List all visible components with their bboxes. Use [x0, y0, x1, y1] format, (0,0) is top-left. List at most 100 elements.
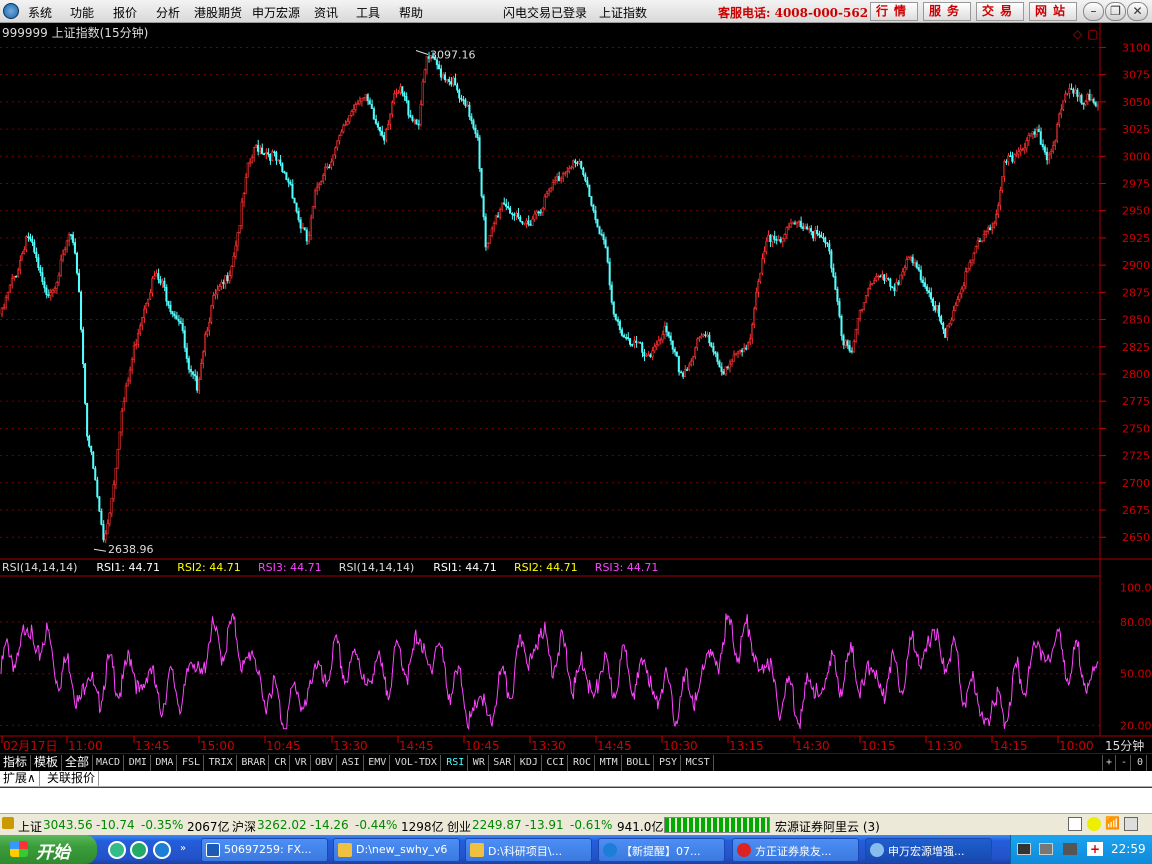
window-icon[interactable]: ▢ [1087, 27, 1098, 41]
menu-analysis[interactable]: 分析 [156, 4, 180, 21]
indicator-macd[interactable]: MACD [93, 755, 125, 771]
price-tick-label: 2850 [1122, 314, 1150, 327]
menu-tools[interactable]: 工具 [356, 4, 380, 21]
trade-button[interactable]: 交易 [976, 2, 1024, 21]
menu-swhy[interactable]: 申万宏源 [252, 4, 300, 21]
indicator-vol-tdx[interactable]: VOL-TDX [392, 755, 441, 771]
checkbox-icon[interactable] [1068, 817, 1082, 831]
indicator-emv[interactable]: EMV [365, 755, 391, 771]
tray-keyboard-icon[interactable] [1039, 843, 1053, 855]
candle-body [809, 228, 812, 232]
candle-body [104, 533, 107, 541]
cy-vol: 941.0亿 [617, 820, 664, 834]
indicator-asi[interactable]: ASI [339, 755, 364, 771]
tab-expand[interactable]: 扩展∧ [0, 771, 40, 786]
indicator-brar[interactable]: BRAR [238, 755, 270, 771]
indicator-obv[interactable]: OBV [312, 755, 338, 771]
tab-related-quote[interactable]: 关联报价 [44, 771, 100, 786]
indicator-boll[interactable]: BOLL [623, 755, 655, 771]
ie-icon[interactable] [108, 841, 126, 859]
indicator-vr[interactable]: VR [292, 755, 311, 771]
menu-quote[interactable]: 报价 [113, 4, 137, 21]
tray-network-icon[interactable] [1063, 843, 1077, 855]
start-label: 开始 [36, 843, 70, 863]
indicator-fsl[interactable]: FSL [179, 755, 205, 771]
candle-body [683, 369, 686, 377]
candle-body [492, 223, 495, 230]
candle-body [118, 431, 121, 450]
indicator-cci[interactable]: CCI [543, 755, 569, 771]
indicator-wr[interactable]: WR [470, 755, 489, 771]
candle-body [578, 161, 581, 164]
candle-body [179, 320, 182, 324]
candle-body [500, 202, 503, 210]
period-label[interactable]: 15分钟 [1105, 738, 1144, 753]
candle-body [364, 94, 367, 98]
task-folder-research[interactable]: D:\科研项目\... [465, 838, 592, 862]
menu-help[interactable]: 帮助 [399, 4, 423, 21]
candle-body [1031, 131, 1034, 135]
candle-body [866, 288, 869, 296]
indicator-rsi[interactable]: RSI [443, 755, 469, 771]
tray-monitor-icon[interactable] [1017, 843, 1031, 855]
indicator-all[interactable]: 全部 [62, 755, 94, 771]
candle-body [824, 237, 827, 244]
lock-icon[interactable] [1124, 817, 1138, 831]
indicator-zb[interactable]: 指标 [0, 755, 32, 771]
diamond-icon[interactable]: ◇ [1073, 27, 1083, 41]
start-button[interactable]: 开始 [0, 835, 97, 864]
tray-antivirus-icon[interactable]: + [1087, 842, 1103, 856]
add-button[interactable]: + [1102, 755, 1117, 771]
restore-icon[interactable]: ❐ [1105, 2, 1126, 21]
indicator-mb[interactable]: 模板 [31, 755, 63, 771]
candle-body [761, 258, 764, 274]
task-swhy[interactable]: 申万宏源增强... [865, 838, 992, 862]
candle-body [976, 240, 979, 247]
task-fangzheng[interactable]: 方正证券泉友... [732, 838, 859, 862]
zero-button[interactable]: 0 [1134, 755, 1148, 771]
task-folder-swhy[interactable]: D:\new_swhy_v6 [333, 838, 460, 862]
rsi-tick-label: 20.00 [1120, 719, 1152, 732]
candle-body [801, 226, 804, 229]
browser-icon[interactable] [130, 841, 148, 859]
menu-hk-futures[interactable]: 港股期货 [194, 4, 242, 21]
service-button[interactable]: 服务 [923, 2, 971, 21]
candle-body [299, 219, 302, 229]
indicator-kdj[interactable]: KDJ [517, 755, 542, 771]
candle-body [814, 229, 817, 239]
candle-body [1035, 129, 1038, 135]
candle-body [616, 319, 619, 322]
price-tick-label: 2800 [1122, 368, 1150, 381]
minimize-icon[interactable]: – [1083, 2, 1104, 21]
indicator-roc[interactable]: ROC [570, 755, 596, 771]
website-button[interactable]: 网站 [1029, 2, 1077, 21]
kline-chart[interactable]: 3100 3075 3050 3025 3000 2975 2950 2925 2900 2875… [0, 23, 1152, 760]
candle-body [929, 292, 932, 300]
close-icon[interactable]: ✕ [1127, 2, 1148, 21]
candle-body [685, 369, 688, 371]
indicator-dmi[interactable]: DMI [126, 755, 151, 771]
menu-function[interactable]: 功能 [70, 4, 94, 21]
indicator-trix[interactable]: TRIX [206, 755, 237, 771]
task-reminder[interactable]: 【新提醒】07... [598, 838, 725, 862]
task-fx[interactable]: 50697259: FX... [201, 838, 328, 862]
indicator-psy[interactable]: PSY [656, 755, 682, 771]
menu-news[interactable]: 资讯 [314, 4, 338, 21]
indicator-sar[interactable]: SAR [490, 755, 516, 771]
quicklaunch-expand-icon[interactable]: » [180, 843, 186, 854]
menu-system[interactable]: 系统 [28, 4, 52, 21]
indicator-cr[interactable]: CR [271, 755, 291, 771]
candle-body [895, 282, 898, 292]
app-logo-icon[interactable] [3, 3, 19, 19]
hs-value: 3262.02 [257, 818, 307, 832]
candle-body [252, 147, 255, 158]
rsi-tick-label: 80.00 [1120, 616, 1152, 629]
quote-button[interactable]: 行情 [870, 2, 918, 21]
indicator-mtm[interactable]: MTM [597, 755, 622, 771]
indicator-mcst[interactable]: MCST [683, 755, 714, 771]
price-tick-label: 3025 [1122, 123, 1150, 136]
minus-button[interactable]: - [1118, 755, 1132, 771]
indicator-dma[interactable]: DMA [152, 755, 178, 771]
smile-icon[interactable] [1087, 817, 1101, 831]
ie2-icon[interactable] [153, 841, 171, 859]
